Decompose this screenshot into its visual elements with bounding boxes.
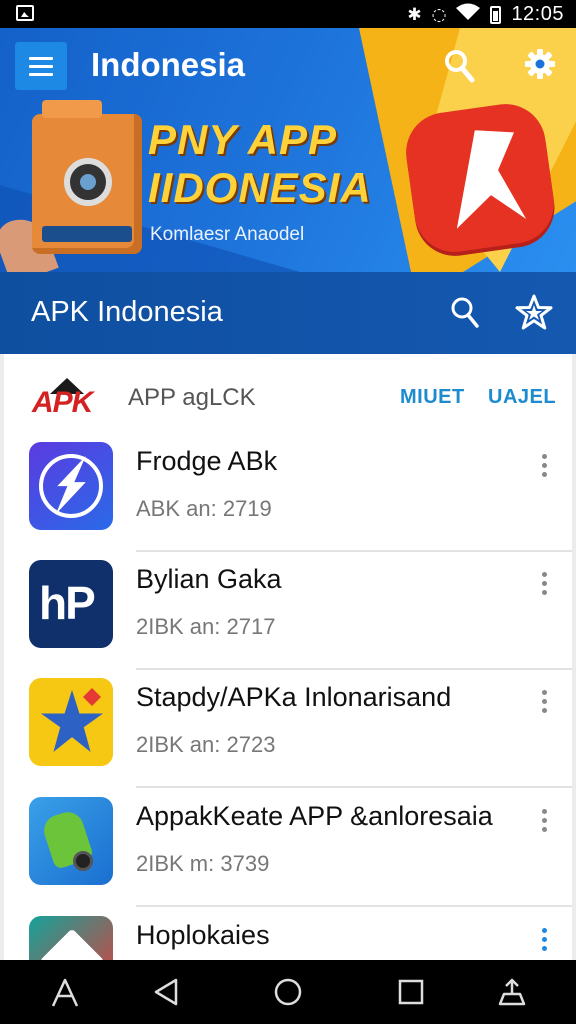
app-name: Frodge ABk: [136, 446, 278, 476]
app-meta: 2IBK m: 3739: [136, 851, 270, 876]
app-name: AppakKeate APP &anloresaia: [136, 801, 493, 831]
home-icon[interactable]: [272, 976, 304, 1008]
android-app-icon: [29, 797, 113, 885]
hamburger-menu-button[interactable]: [15, 42, 67, 90]
more-options-icon[interactable]: [532, 568, 556, 598]
star-app-icon: [29, 678, 113, 766]
page-title: APK Indonesia: [31, 296, 223, 328]
apk-logo: APK: [28, 378, 104, 419]
navigation-bar: [0, 960, 576, 1024]
app-meta: ABK an: 2719: [136, 496, 272, 521]
promo-heading: PNY APP IIDONESIA: [148, 116, 372, 212]
battery-icon: [490, 5, 502, 24]
app-name: Hoplokaies: [136, 920, 270, 950]
more-options-icon[interactable]: [532, 450, 556, 480]
banner-title: Indonesia: [91, 46, 246, 83]
promo-banner[interactable]: Indonesia PNY APP IIDONESIA Komlaesr Ana…: [0, 28, 576, 272]
app-meta: 2IBK an: 2717: [136, 614, 276, 639]
promo-line-1: PNY APP: [148, 116, 338, 163]
list-item[interactable]: hP Bylian Gaka 2IBK an: 2717: [4, 552, 572, 670]
list-item[interactable]: Stapdy/APKa Inlonarisand 2IBK an: 2723: [4, 670, 572, 788]
more-options-icon[interactable]: [532, 805, 556, 835]
search-icon[interactable]: [450, 296, 480, 330]
app-title-bar: APK Indonesia: [0, 272, 576, 354]
hp-app-icon: hP: [29, 560, 113, 648]
overview-icon[interactable]: [395, 976, 427, 1008]
recent-apps-icon[interactable]: [49, 976, 81, 1008]
back-icon[interactable]: [150, 976, 182, 1008]
star-favorite-icon[interactable]: [515, 294, 553, 330]
more-options-icon[interactable]: [532, 924, 556, 954]
search-icon[interactable]: [443, 48, 475, 84]
lightning-app-icon: [29, 442, 113, 530]
vibrate-icon: ◌: [431, 4, 447, 25]
promo-line-2: IIDONESIA: [148, 164, 372, 211]
tab-2[interactable]: UAJEL: [488, 386, 556, 409]
promo-subtitle: Komlaesr Anaodel: [150, 224, 305, 245]
share-icon[interactable]: [496, 976, 528, 1008]
camera-illustration: [32, 100, 142, 254]
gear-icon[interactable]: [524, 48, 556, 80]
app-name: Bylian Gaka: [136, 564, 282, 594]
app-list-panel: APK APP agLCK MIUET UAJEL Frodge ABk ABK…: [0, 354, 576, 1004]
app-meta: 2IBK an: 2723: [136, 732, 276, 757]
list-header-label: APP agLCK: [128, 384, 256, 411]
app-name: Stapdy/APKa Inlonarisand: [136, 682, 452, 712]
tab-1[interactable]: MIUET: [400, 386, 465, 409]
list-header: APK APP agLCK MIUET UAJEL: [4, 368, 572, 428]
status-bar: ✱ ◌ 12:05: [0, 0, 576, 28]
bluetooth-icon: ✱: [407, 4, 422, 25]
status-time: 12:05: [511, 3, 564, 25]
more-options-icon[interactable]: [532, 686, 556, 716]
wifi-icon: [456, 3, 481, 26]
list-item[interactable]: Frodge ABk ABK an: 2719: [4, 434, 572, 552]
list-item[interactable]: AppakKeate APP &anloresaia 2IBK m: 3739: [4, 789, 572, 907]
brand-logo-icon: [400, 98, 560, 258]
notification-icon: [16, 5, 34, 21]
